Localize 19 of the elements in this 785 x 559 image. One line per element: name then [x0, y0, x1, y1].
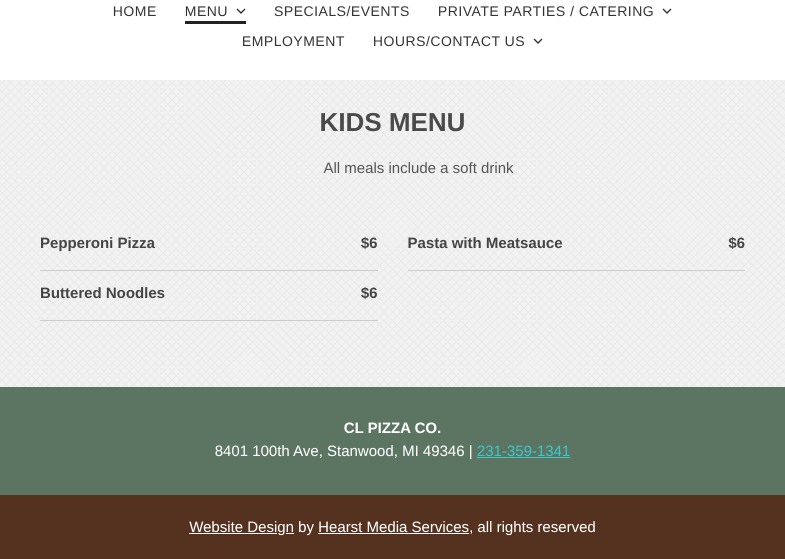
website-design-link[interactable]: Website Design — [189, 518, 294, 536]
item-price: $6 — [360, 285, 378, 302]
nav-link[interactable]: PRIVATE PARTIES / CATERING — [438, 1, 672, 24]
business-name: CL PIZZA CO. — [342, 420, 442, 437]
item-price: $6 — [728, 235, 745, 252]
nav-link[interactable]: HOURS/CONTACT US — [372, 31, 544, 54]
section-title: KIDS MENU — [318, 107, 466, 138]
section-subtitle: All meals include a soft drink — [322, 160, 515, 177]
address-text: 8401 100th Ave, Stanwood, MI 49346 | — [214, 443, 473, 460]
nav-link[interactable]: SPECIALS/EVENTS — [274, 1, 410, 24]
item-name: Buttered Noodles — [40, 285, 166, 302]
credits-text: Website Design by Hearst Media Services, all rights reserved — [189, 518, 596, 536]
item-price: $6 — [360, 235, 378, 252]
nav-link[interactable]: EMPLOYMENT — [242, 31, 345, 54]
hearst-link[interactable]: Hearst Media Services — [318, 518, 470, 536]
nav-link[interactable]: HOME — [112, 1, 157, 24]
item-name: Pasta with Meatsauce — [408, 235, 563, 252]
item-name: Pepperoni Pizza — [40, 235, 156, 252]
nav-link[interactable]: MENU — [184, 1, 246, 24]
